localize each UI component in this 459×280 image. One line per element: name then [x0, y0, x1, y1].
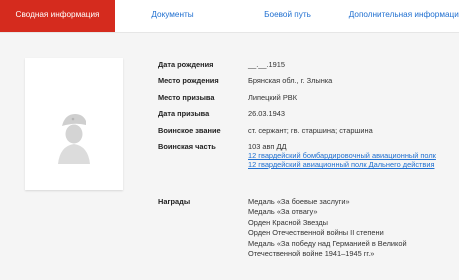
person-card: Дата рождения __.__.1915 Место рождения …	[0, 33, 459, 280]
rank-label: Воинское звание	[158, 126, 221, 135]
awards-label: Награды	[158, 197, 191, 206]
award-item: Орден Отечественной войны II степени	[248, 228, 384, 238]
unit-link-12-long-range[interactable]: 12 гвардейский авиационный полк Дальнего…	[248, 160, 448, 170]
tab-summary[interactable]: Сводная информация	[0, 0, 115, 32]
award-item: Медаль «За победу над Германией в Велико…	[248, 238, 407, 259]
unit-label: Воинская часть	[158, 142, 216, 151]
birth-place-label: Место рождения	[158, 76, 219, 85]
draft-date-label: Дата призыва	[158, 109, 210, 118]
awards-list: Медаль «За боевые заслуги» Медаль «За от…	[248, 197, 448, 259]
birth-date-label: Дата рождения	[158, 60, 214, 69]
draft-place-value: Липецкий РВК	[248, 93, 298, 102]
tab-bar: Сводная информация Документы Боевой путь…	[0, 0, 459, 33]
tab-combat-path[interactable]: Боевой путь	[230, 0, 345, 32]
soldier-silhouette-icon	[58, 114, 90, 164]
photo-placeholder	[25, 58, 123, 190]
award-item: Медаль «За отвагу»	[248, 207, 318, 217]
award-item: Орден Красной Звезды	[248, 217, 328, 227]
unit-value: 103 авп ДД 12 гвардейский бомбардировочн…	[248, 142, 448, 170]
rank-value: ст. сержант; гв. старшина; старшина	[248, 126, 373, 135]
award-item: Медаль «За боевые заслуги»	[248, 197, 350, 206]
tab-additional-info[interactable]: Дополнительная информация	[345, 0, 459, 32]
birth-place-value: Брянская обл., г. Злынка	[248, 76, 333, 85]
draft-date-value: 26.03.1943	[248, 109, 285, 118]
tab-documents[interactable]: Документы	[115, 0, 230, 32]
birth-date-value: __.__.1915	[248, 60, 285, 69]
draft-place-label: Место призыва	[158, 93, 215, 102]
